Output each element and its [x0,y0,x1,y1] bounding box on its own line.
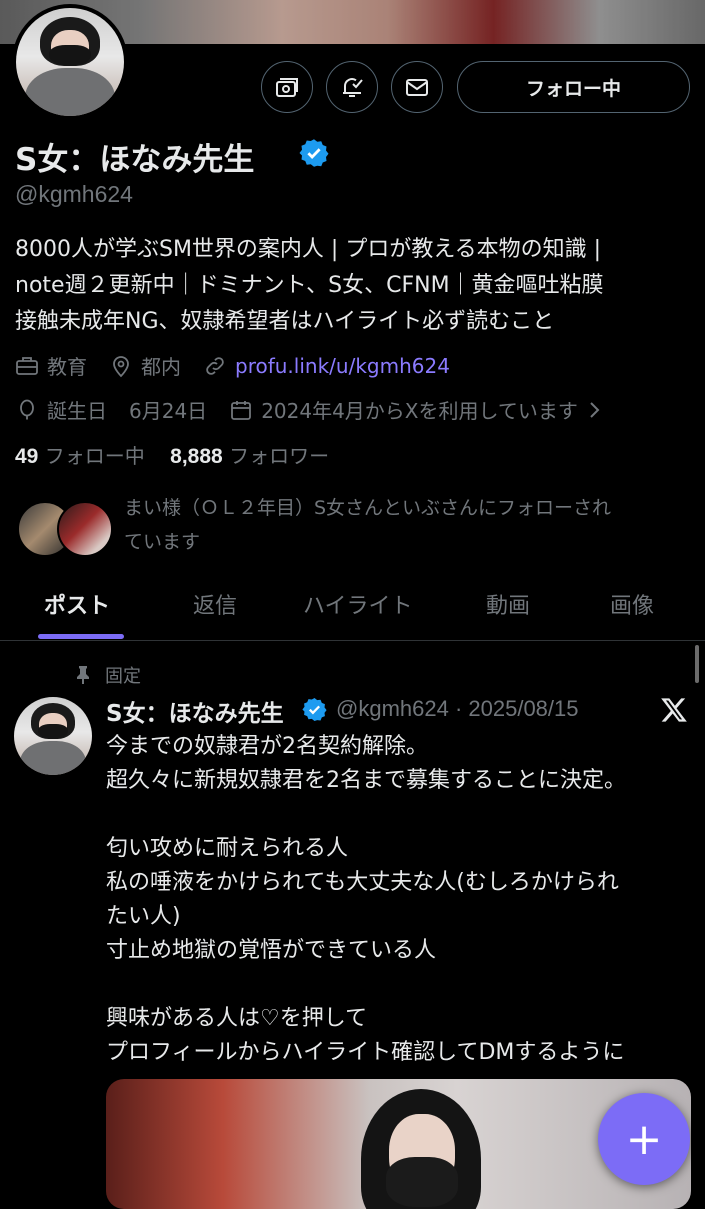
profile-tabs: ポスト 返信 ハイライト 動画 画像 [0,572,705,641]
bio-line: note週２更新中｜ドミナント、S女、CFNM｜黄金嘔吐粘膜 [15,273,604,298]
active-tab-indicator [38,634,124,639]
bio-line: 8000人が学ぶSM世界の案内人 | プロが教える本物の知識 | [15,237,602,262]
following-count-link[interactable]: 49 フォロー中 [15,444,145,468]
profile-location: 都内 [141,355,181,379]
birthday-label: 誕生日 [47,399,107,423]
message-button[interactable] [391,61,443,113]
birthday-value: 6月24日 [129,399,208,423]
followers-count-link[interactable]: 8,888 フォロワー [170,444,329,468]
bio-line: 接触未成年NG、奴隷希望者はハイライト必ず読むこと [15,309,555,334]
post-author-avatar[interactable] [14,697,92,775]
scrollbar[interactable] [695,645,699,683]
profile-handle: @kgmh624 [15,181,133,207]
verified-badge-icon [302,698,327,721]
known-follower-avatar[interactable] [57,501,113,557]
profile-category: 教育 [47,355,87,379]
profile-meta-row: 誕生日 6月24日 2024年4月からXを利用しています [15,395,602,424]
x-logo-icon[interactable] [660,696,688,724]
link-icon [206,356,224,375]
tab-posts[interactable]: ポスト [44,588,110,620]
tab-videos[interactable]: 動画 [486,588,530,620]
chevron-right-icon[interactable] [586,400,602,420]
follow-counts: 49 フォロー中 8,888 フォロワー [15,440,329,469]
profile-link[interactable]: profu.link/u/kgmh624 [235,354,450,378]
pinned-label: 固定 [75,662,141,688]
location-pin-icon [113,355,129,377]
known-followers-text[interactable]: まい様（ＯＬ２年目）S女さんといぶさんにフォローされ ています [124,491,684,559]
joined-date[interactable]: 2024年4月からXを利用しています [261,395,578,424]
bell-check-icon [343,78,363,97]
calendar-icon [231,400,252,420]
pin-icon [77,666,89,684]
compose-post-button[interactable]: + [598,1093,690,1185]
profile-bio: 8000人が学ぶSM世界の案内人 | プロが教える本物の知識 | note週２更… [15,232,690,340]
profile-avatar[interactable] [12,4,128,120]
post-text: 今までの奴隷君が2名契約解除。 超久々に新規奴隷君を2名まで募集することに決定。… [106,734,626,1065]
profile-meta-row: 教育 都内 profu.link/u/kgmh624 [15,351,450,380]
tab-highlights[interactable]: ハイライト [303,588,413,620]
post-author-name[interactable]: S女：ほなみ先生 [106,694,284,728]
following-button[interactable]: フォロー中 [457,61,690,113]
briefcase-icon [16,356,38,375]
tab-images[interactable]: 画像 [610,588,654,620]
verified-badge-icon [299,139,329,167]
post-handle-date[interactable]: @kgmh624 · 2025/08/15 [336,696,579,722]
notifications-button[interactable] [326,61,378,113]
tab-replies[interactable]: 返信 [193,588,237,620]
subscription-icon [276,78,298,97]
balloon-icon [20,399,34,419]
envelope-icon [406,79,428,96]
subscribe-button[interactable] [261,61,313,113]
profile-name: S女：ほなみ先生 [15,142,255,178]
